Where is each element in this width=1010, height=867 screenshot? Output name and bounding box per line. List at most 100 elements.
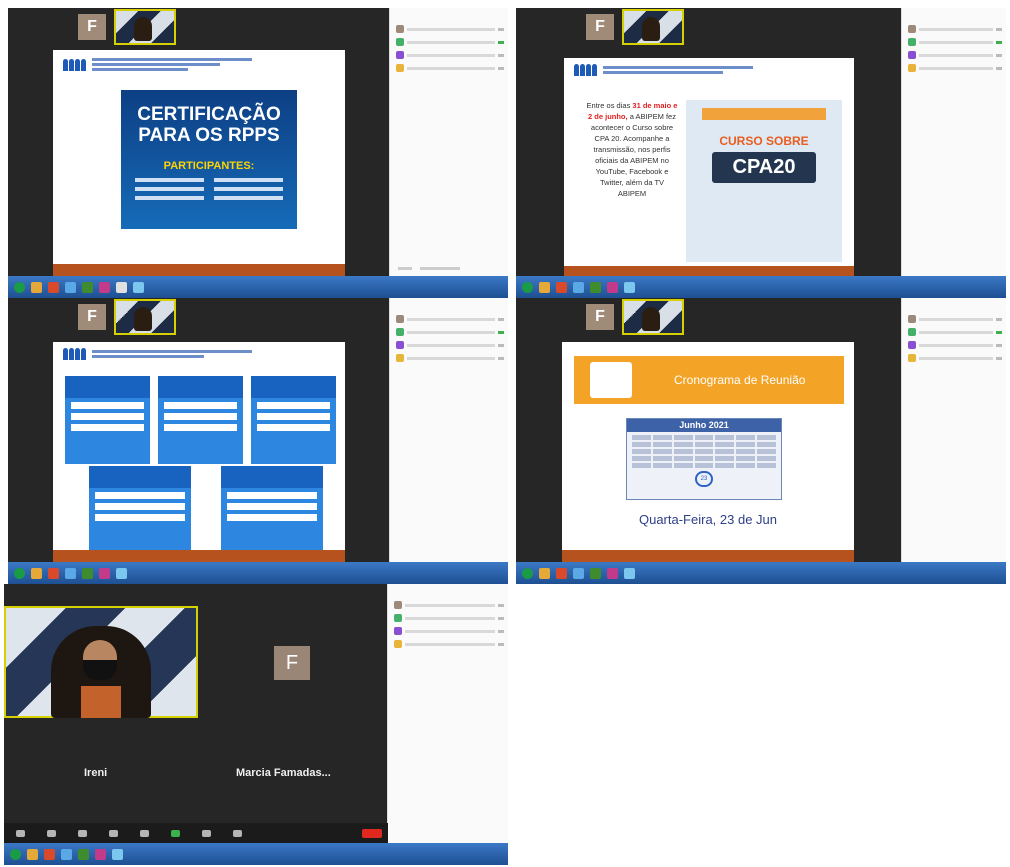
taskbar-app-icon[interactable] <box>116 567 127 579</box>
taskbar-app-icon[interactable] <box>624 281 635 293</box>
meeting-controls <box>4 823 388 843</box>
participant-row[interactable] <box>908 354 1002 362</box>
participants-icon[interactable] <box>109 829 118 837</box>
taskbar-app-icon[interactable] <box>116 281 127 293</box>
covid-bulletin-card <box>89 466 191 552</box>
taskbar-app-icon[interactable] <box>82 281 93 293</box>
taskbar-app-icon[interactable] <box>133 281 144 293</box>
taskbar-clock <box>501 281 502 287</box>
participant-row[interactable] <box>396 64 504 72</box>
taskbar-app-icon[interactable] <box>78 848 89 860</box>
taskbar-app-icon[interactable] <box>65 281 76 293</box>
participant-tile-f[interactable]: F <box>274 646 310 680</box>
participants-panel <box>901 8 1006 276</box>
taskbar-app-icon[interactable] <box>556 281 567 293</box>
chat-icon[interactable] <box>140 829 149 837</box>
taskbar-app-icon[interactable] <box>607 281 618 293</box>
taskbar-app-icon[interactable] <box>31 281 42 293</box>
participants-panel-header <box>902 298 1006 310</box>
start-icon[interactable] <box>522 567 533 579</box>
taskbar-app-icon[interactable] <box>82 567 93 579</box>
participants-panel-header <box>390 298 508 310</box>
security-icon[interactable] <box>78 829 87 837</box>
participant-tile-f[interactable]: F <box>586 14 614 40</box>
shared-slide: Cronograma de Reunião Junho 2021 23 Quar… <box>562 342 854 564</box>
taskbar-app-icon[interactable] <box>112 848 123 860</box>
covid-bulletin-card <box>251 376 336 464</box>
taskbar-app-icon[interactable] <box>48 281 59 293</box>
participants-panel <box>387 584 508 843</box>
participant-row[interactable] <box>396 315 504 323</box>
schedule-banner: Cronograma de Reunião <box>574 356 844 404</box>
taskbar-app-icon[interactable] <box>590 567 601 579</box>
taskbar-app-icon[interactable] <box>573 281 584 293</box>
participant-row[interactable] <box>396 51 504 59</box>
participant-video-tile[interactable] <box>622 299 684 335</box>
panel-footer <box>398 267 460 270</box>
taskbar-app-icon[interactable] <box>44 848 55 860</box>
participant-video-tile-large[interactable] <box>4 606 198 718</box>
screenshot-2: F Entre os dias 31 de maio e 2 de junho,… <box>516 8 1006 298</box>
taskbar-app-icon[interactable] <box>590 281 601 293</box>
participant-row[interactable] <box>396 328 504 336</box>
participant-row[interactable] <box>396 25 504 33</box>
course-label: CURSO SOBRE <box>719 134 809 148</box>
taskbar-app-icon[interactable] <box>539 281 550 293</box>
mute-icon[interactable] <box>16 829 25 837</box>
start-icon[interactable] <box>14 567 25 579</box>
screenshot-4: F Cronograma de Reunião Junho 2021 23 Qu… <box>516 298 1006 584</box>
taskbar-app-icon[interactable] <box>27 848 38 860</box>
participant-tile-f[interactable]: F <box>78 14 106 40</box>
taskbar-app-icon[interactable] <box>539 567 550 579</box>
participant-row[interactable] <box>908 38 1002 46</box>
participants-panel-header <box>390 8 508 20</box>
participant-row[interactable] <box>908 64 1002 72</box>
taskbar-app-icon[interactable] <box>61 848 72 860</box>
participants-panel <box>901 298 1006 562</box>
taskbar-app-icon[interactable] <box>65 567 76 579</box>
schedule-title: Cronograma de Reunião <box>674 373 806 387</box>
participant-row[interactable] <box>908 341 1002 349</box>
participant-row[interactable] <box>908 315 1002 323</box>
participant-tile-f[interactable]: F <box>78 304 106 330</box>
participant-row[interactable] <box>396 38 504 46</box>
taskbar-app-icon[interactable] <box>556 567 567 579</box>
taskbar-app-icon[interactable] <box>624 567 635 579</box>
taskbar-app-icon[interactable] <box>99 567 110 579</box>
participant-video-tile[interactable] <box>114 9 176 45</box>
start-icon[interactable] <box>10 848 21 860</box>
reactions-icon[interactable] <box>233 829 242 837</box>
taskbar-app-icon[interactable] <box>95 848 106 860</box>
participant-row[interactable] <box>394 601 504 609</box>
participant-name-ireni: Ireni <box>84 767 108 779</box>
record-icon[interactable] <box>202 829 211 837</box>
windows-taskbar <box>8 276 508 298</box>
calendar-widget: Junho 2021 23 <box>626 418 782 500</box>
participant-row[interactable] <box>396 354 504 362</box>
participant-row[interactable] <box>394 614 504 622</box>
participant-row[interactable] <box>394 627 504 635</box>
end-meeting-button[interactable] <box>362 828 382 838</box>
covid-bulletin-card <box>65 376 150 464</box>
participant-row[interactable] <box>394 640 504 648</box>
taskbar-app-icon[interactable] <box>99 281 110 293</box>
participant-row[interactable] <box>908 51 1002 59</box>
sponsor-logos <box>121 229 297 255</box>
participant-row[interactable] <box>396 341 504 349</box>
start-icon[interactable] <box>522 281 533 293</box>
share-screen-icon[interactable] <box>171 829 180 837</box>
start-icon[interactable] <box>14 281 25 293</box>
taskbar-app-icon[interactable] <box>48 567 59 579</box>
screenshot-3: F <box>8 298 508 584</box>
participant-video-tile[interactable] <box>114 299 176 335</box>
participant-row[interactable] <box>908 328 1002 336</box>
participant-row[interactable] <box>908 25 1002 33</box>
taskbar-app-icon[interactable] <box>573 567 584 579</box>
taskbar-app-icon[interactable] <box>31 567 42 579</box>
camera-icon[interactable] <box>47 829 56 837</box>
taskbar-app-icon[interactable] <box>607 567 618 579</box>
calendar-icon <box>590 362 632 398</box>
participant-video-tile[interactable] <box>622 9 684 45</box>
participants-panel <box>389 8 508 276</box>
participant-tile-f[interactable]: F <box>586 304 614 330</box>
